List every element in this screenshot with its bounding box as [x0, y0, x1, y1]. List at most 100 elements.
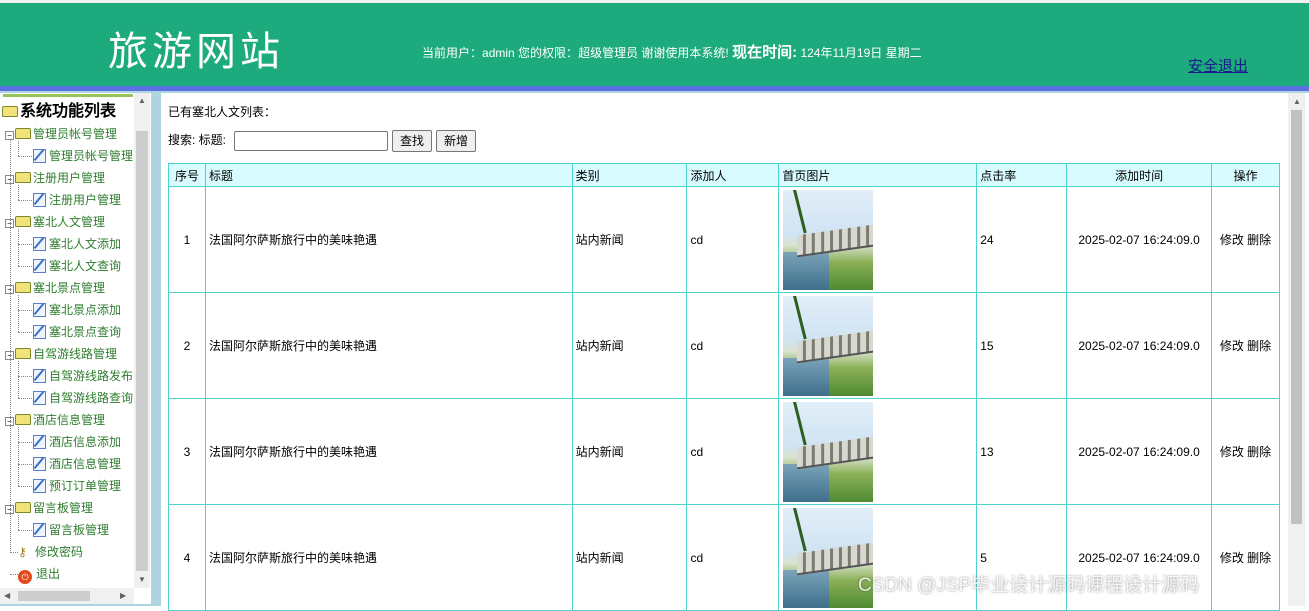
- row-title: 法国阿尔萨斯旅行中的美味艳遇: [204, 292, 573, 399]
- tree-connector-line: [18, 156, 32, 157]
- sidebar-group-0[interactable]: − 管理员帐号管理: [5, 125, 117, 143]
- column-header: 操作: [1211, 163, 1280, 187]
- scroll-left-arrow-icon[interactable]: ◀: [4, 591, 10, 600]
- delete-link[interactable]: 删除: [1247, 339, 1271, 353]
- main-vertical-scroll-thumb[interactable]: [1291, 110, 1302, 524]
- page-edit-icon: [33, 325, 46, 339]
- row-number: 1: [168, 186, 206, 293]
- main-vertical-scrollbar[interactable]: ▲: [1288, 93, 1305, 606]
- row-actions: 修改 删除: [1211, 186, 1280, 293]
- sidebar-item-2-0[interactable]: 塞北人文添加: [33, 235, 121, 253]
- tree-connector-line: [18, 185, 19, 200]
- row-added-time: 2025-02-07 16:24:09.0: [1066, 186, 1213, 293]
- edit-link[interactable]: 修改: [1220, 445, 1244, 459]
- sidebar-horizontal-scroll-thumb[interactable]: [18, 591, 90, 601]
- main-scroll-up-arrow-icon[interactable]: ▲: [1293, 97, 1301, 106]
- sidebar-item-4-0[interactable]: 自驾游线路发布: [33, 367, 133, 385]
- sidebar-item-3-0[interactable]: 塞北景点添加: [33, 301, 121, 319]
- sidebar-item-2-1-label: 塞北人文查询: [49, 259, 122, 273]
- sidebar-vertical-scroll-thumb[interactable]: [136, 131, 148, 571]
- sidebar-item-exit[interactable]: ⏻ 退出: [18, 565, 61, 584]
- folder-open-icon: [15, 128, 31, 139]
- folder-open-icon: [15, 282, 31, 293]
- column-header: 点击率: [976, 163, 1068, 187]
- title-search-input[interactable]: [234, 131, 388, 151]
- row-actions: 修改 删除: [1211, 398, 1280, 505]
- sidebar-group-2[interactable]: − 塞北人文管理: [5, 213, 105, 231]
- sidebar-item-5-2[interactable]: 预订订单管理: [33, 477, 121, 495]
- column-header: 类别: [571, 163, 688, 187]
- sidebar-item-5-1-label: 酒店信息管理: [49, 457, 122, 471]
- sidebar-item-4-1[interactable]: 自驾游线路查询: [33, 389, 133, 407]
- sidebar-item-1-0[interactable]: 注册用户管理: [33, 191, 121, 209]
- row-category: 站内新闻: [571, 186, 688, 293]
- sidebar-item-2-1[interactable]: 塞北人文查询: [33, 257, 121, 275]
- sidebar-item-2-0-label: 塞北人文添加: [49, 237, 122, 251]
- sidebar-item-5-0[interactable]: 酒店信息添加: [33, 433, 121, 451]
- page-edit-icon: [33, 457, 46, 471]
- tree-connector-line: [18, 244, 32, 245]
- tree-connector-line: [10, 552, 18, 553]
- tree-root: 系统功能列表: [2, 103, 116, 121]
- delete-link[interactable]: 删除: [1247, 233, 1271, 247]
- sidebar-item-0-0[interactable]: 管理员帐号管理: [33, 147, 133, 165]
- key-icon: ⚷: [18, 545, 27, 559]
- row-clicks: 24: [976, 186, 1068, 293]
- tree-connector-line: [18, 141, 19, 156]
- row-author: cd: [686, 504, 780, 611]
- sidebar-group-2-label: 塞北人文管理: [33, 215, 106, 229]
- scroll-up-arrow-icon[interactable]: ▲: [138, 96, 146, 105]
- permission-prefix: 您的权限：: [518, 46, 579, 60]
- sidebar-item-change-password[interactable]: ⚷ 修改密码: [18, 543, 83, 561]
- page-edit-icon: [33, 435, 46, 449]
- edit-link[interactable]: 修改: [1220, 233, 1244, 247]
- permission-value: 超级管理员: [578, 46, 639, 60]
- sidebar-item-5-1[interactable]: 酒店信息管理: [33, 455, 121, 473]
- sidebar-group-5-label: 酒店信息管理: [33, 413, 106, 427]
- site-title: 旅游网站: [108, 29, 284, 75]
- row-number: 4: [168, 504, 206, 611]
- add-button[interactable]: 新增: [436, 130, 476, 152]
- row-image-cell: [778, 292, 978, 399]
- sidebar-group-5[interactable]: − 酒店信息管理: [5, 411, 105, 429]
- delete-link[interactable]: 删除: [1247, 445, 1271, 459]
- folder-open-icon: [15, 414, 31, 425]
- scroll-down-arrow-icon[interactable]: ▼: [138, 575, 146, 584]
- sidebar-item-3-1-label: 塞北景点查询: [49, 325, 122, 339]
- delete-link[interactable]: 删除: [1247, 551, 1271, 565]
- page-edit-icon: [33, 479, 46, 493]
- sidebar-horizontal-scrollbar[interactable]: ◀ ▶: [0, 588, 134, 604]
- edit-link[interactable]: 修改: [1220, 551, 1244, 565]
- row-category: 站内新闻: [571, 504, 688, 611]
- tree-connector-line: [18, 530, 32, 531]
- culture-list-table: 序号 标题 类别 添加人 首页图片 点击率 添加时间 操作 1 法国阿尔萨斯旅行中的美味艳遇 站内…: [168, 163, 1280, 611]
- sidebar: 系统功能列表 − 管理员帐号管理 管理员帐号管理 − 注册用户管理 注册用户管理 − 塞北人文管…: [0, 93, 151, 604]
- table-row: 3 法国阿尔萨斯旅行中的美味艳遇 站内新闻 cd 13 2025-02-07 16:24:…: [168, 398, 1280, 505]
- row-number: 2: [168, 292, 206, 399]
- sidebar-vertical-scrollbar[interactable]: ▲ ▼: [134, 93, 150, 588]
- search-button[interactable]: 查找: [392, 130, 432, 152]
- sidebar-group-4[interactable]: − 自驾游线路管理: [5, 345, 117, 363]
- sidebar-item-3-1[interactable]: 塞北景点查询: [33, 323, 121, 341]
- tree-connector-line: [18, 200, 32, 201]
- sidebar-item-exit-label: 退出: [36, 567, 61, 581]
- sidebar-group-3[interactable]: − 塞北景点管理: [5, 279, 105, 297]
- folder-open-icon: [15, 172, 31, 183]
- page-edit-icon: [33, 303, 46, 317]
- row-actions: 修改 删除: [1211, 292, 1280, 399]
- scroll-right-arrow-icon[interactable]: ▶: [120, 591, 126, 600]
- tree-connector-line: [18, 332, 32, 333]
- tree-connector-line: [18, 515, 19, 530]
- folder-open-icon: [15, 348, 31, 359]
- sidebar-group-0-label: 管理员帐号管理: [33, 127, 118, 141]
- tree-connector-line: [18, 464, 32, 465]
- edit-link[interactable]: 修改: [1220, 339, 1244, 353]
- logout-link[interactable]: 安全退出: [1188, 55, 1248, 76]
- tree-connector-line: [18, 361, 19, 398]
- row-category: 站内新闻: [571, 292, 688, 399]
- sidebar-group-1[interactable]: − 注册用户管理: [5, 169, 105, 187]
- sidebar-item-6-0[interactable]: 留言板管理: [33, 521, 109, 539]
- current-user-name: admin: [482, 46, 515, 60]
- tree-connector-line: [18, 486, 32, 487]
- row-title: 法国阿尔萨斯旅行中的美味艳遇: [204, 504, 573, 611]
